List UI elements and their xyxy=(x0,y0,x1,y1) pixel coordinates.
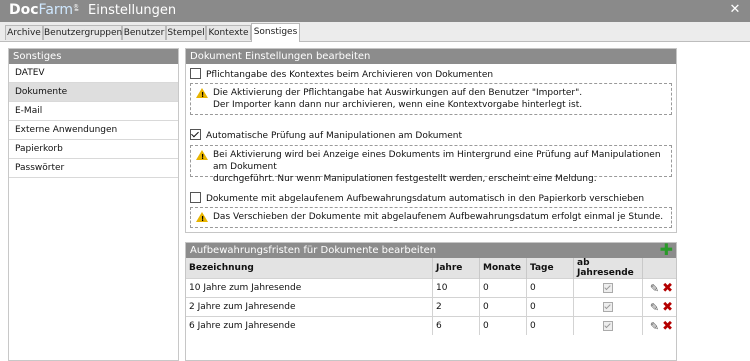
warning-icon xyxy=(196,150,208,163)
document-settings-panel: Dokument Einstellungen bearbeiten Pflich… xyxy=(185,48,677,233)
cell-actions: ✎ ✖ xyxy=(642,278,676,298)
tab-stempel[interactable]: Stempel xyxy=(166,25,206,40)
col-tage[interactable]: Tage xyxy=(526,258,574,279)
sidebar-item-email[interactable]: E-Mail xyxy=(9,102,178,121)
sidebar-item-papierkorb[interactable]: Papierkorb xyxy=(9,140,178,159)
retention-title-text: Aufbewahrungsfristen für Dokumente bearb… xyxy=(190,245,437,256)
docfarm-logo: DocFarm® xyxy=(9,2,80,18)
cell-tage: 0 xyxy=(526,316,574,335)
cell-jahre: 6 xyxy=(432,316,480,335)
sidebar-item-passwoerter[interactable]: Passwörter xyxy=(9,159,178,178)
note-line: durchgeführt. Nur wenn Manipulationen fe… xyxy=(213,174,597,184)
cell-actions: ✎ ✖ xyxy=(642,297,676,317)
manipulation-label: Automatische Prüfung auf Manipulationen … xyxy=(206,131,463,141)
cell-ab-jahresende xyxy=(573,297,643,317)
manipulation-note: Bei Aktivierung wird bei Anzeige eines D… xyxy=(190,145,672,184)
sidebar: Sonstiges DATEV Dokumente E-Mail Externe… xyxy=(8,48,179,361)
document-settings-title: Dokument Einstellungen bearbeiten xyxy=(186,49,676,64)
table-row[interactable]: 10 Jahre zum Jahresende 10 0 0 ✎ ✖ xyxy=(186,278,676,298)
close-icon[interactable]: ✕ xyxy=(728,3,742,17)
papierkorb-checkbox[interactable] xyxy=(190,192,201,203)
cell-bezeichnung: 2 Jahre zum Jahresende xyxy=(186,297,433,317)
table-header-row: Bezeichnung Jahre Monate Tage ab Jahrese… xyxy=(186,258,676,279)
pflichtangabe-note: Die Aktivierung der Pflichtangabe hat Au… xyxy=(190,83,672,115)
sidebar-item-dokumente[interactable]: Dokumente xyxy=(9,83,178,102)
sidebar-item-datev[interactable]: DATEV xyxy=(9,64,178,83)
edit-icon[interactable]: ✎ xyxy=(650,301,659,314)
delete-icon[interactable]: ✖ xyxy=(662,281,673,296)
tab-benutzer[interactable]: Benutzer xyxy=(122,25,166,40)
retention-panel: Aufbewahrungsfristen für Dokumente bearb… xyxy=(185,242,677,361)
col-actions xyxy=(642,258,676,279)
main-content: Dokument Einstellungen bearbeiten Pflich… xyxy=(185,48,677,361)
edit-icon[interactable]: ✎ xyxy=(650,320,659,333)
pflichtangabe-label: Pflichtangabe des Kontextes beim Archivi… xyxy=(206,70,494,80)
pflichtangabe-checkbox[interactable] xyxy=(190,68,201,79)
col-ab-jahresende[interactable]: ab Jahresende xyxy=(573,258,643,279)
cell-monate: 0 xyxy=(479,316,527,335)
cell-tage: 0 xyxy=(526,297,574,317)
cell-jahre: 10 xyxy=(432,278,480,298)
cell-ab-jahresende xyxy=(573,278,643,298)
tab-sonstiges[interactable]: Sonstiges xyxy=(251,23,300,42)
tab-benutzergruppen[interactable]: Benutzergruppen xyxy=(43,25,122,40)
cell-monate: 0 xyxy=(479,297,527,317)
year-end-checkbox xyxy=(603,282,613,293)
col-monate[interactable]: Monate xyxy=(479,258,527,279)
note-line: Der Importer kann dann nur archivieren, … xyxy=(213,100,583,110)
title-separator: - xyxy=(74,2,80,18)
warning-icon xyxy=(196,88,208,101)
retention-title: Aufbewahrungsfristen für Dokumente bearb… xyxy=(186,242,676,258)
cell-bezeichnung: 10 Jahre zum Jahresende xyxy=(186,278,433,298)
option-manipulation-check[interactable]: Automatische Prüfung auf Manipulationen … xyxy=(190,129,462,141)
table-row[interactable]: 6 Jahre zum Jahresende 6 0 0 ✎ ✖ xyxy=(186,316,676,335)
cell-monate: 0 xyxy=(479,278,527,298)
cell-jahre: 2 xyxy=(432,297,480,317)
title-bar: DocFarm® - Einstellungen ✕ xyxy=(0,0,750,22)
cell-actions: ✎ ✖ xyxy=(642,316,676,335)
table-row[interactable]: 2 Jahre zum Jahresende 2 0 0 ✎ ✖ xyxy=(186,297,676,317)
note-line: Bei Aktivierung wird bei Anzeige eines D… xyxy=(213,150,661,172)
cell-bezeichnung: 6 Jahre zum Jahresende xyxy=(186,316,433,335)
window-title: Einstellungen xyxy=(88,3,177,18)
add-icon[interactable]: ✚ xyxy=(660,242,673,258)
note-line: Das Verschieben der Dokumente mit abgela… xyxy=(213,212,664,222)
sidebar-title: Sonstiges xyxy=(9,49,178,64)
col-jahre[interactable]: Jahre xyxy=(432,258,480,279)
warning-icon xyxy=(196,212,208,225)
tab-kontexte[interactable]: Kontexte xyxy=(206,25,251,40)
manipulation-checkbox[interactable] xyxy=(190,129,201,140)
sidebar-item-externe-anwendungen[interactable]: Externe Anwendungen xyxy=(9,121,178,140)
note-line: Die Aktivierung der Pflichtangabe hat Au… xyxy=(213,88,583,98)
option-pflichtangabe[interactable]: Pflichtangabe des Kontextes beim Archivi… xyxy=(190,68,493,80)
cell-tage: 0 xyxy=(526,278,574,298)
year-end-checkbox xyxy=(603,301,613,312)
cell-ab-jahresende xyxy=(573,316,643,335)
delete-icon[interactable]: ✖ xyxy=(662,319,673,334)
papierkorb-note: Das Verschieben der Dokumente mit abgela… xyxy=(190,207,672,228)
retention-table: Bezeichnung Jahre Monate Tage ab Jahrese… xyxy=(186,258,676,335)
col-bezeichnung[interactable]: Bezeichnung xyxy=(186,258,433,279)
tab-bar: Archive Benutzergruppen Benutzer Stempel… xyxy=(0,22,750,42)
edit-icon[interactable]: ✎ xyxy=(650,282,659,295)
year-end-checkbox xyxy=(603,320,613,331)
option-papierkorb[interactable]: Dokumente mit abgelaufenem Aufbewahrungs… xyxy=(190,192,644,204)
tab-archive[interactable]: Archive xyxy=(5,25,43,40)
papierkorb-label: Dokumente mit abgelaufenem Aufbewahrungs… xyxy=(206,194,645,204)
delete-icon[interactable]: ✖ xyxy=(662,300,673,315)
